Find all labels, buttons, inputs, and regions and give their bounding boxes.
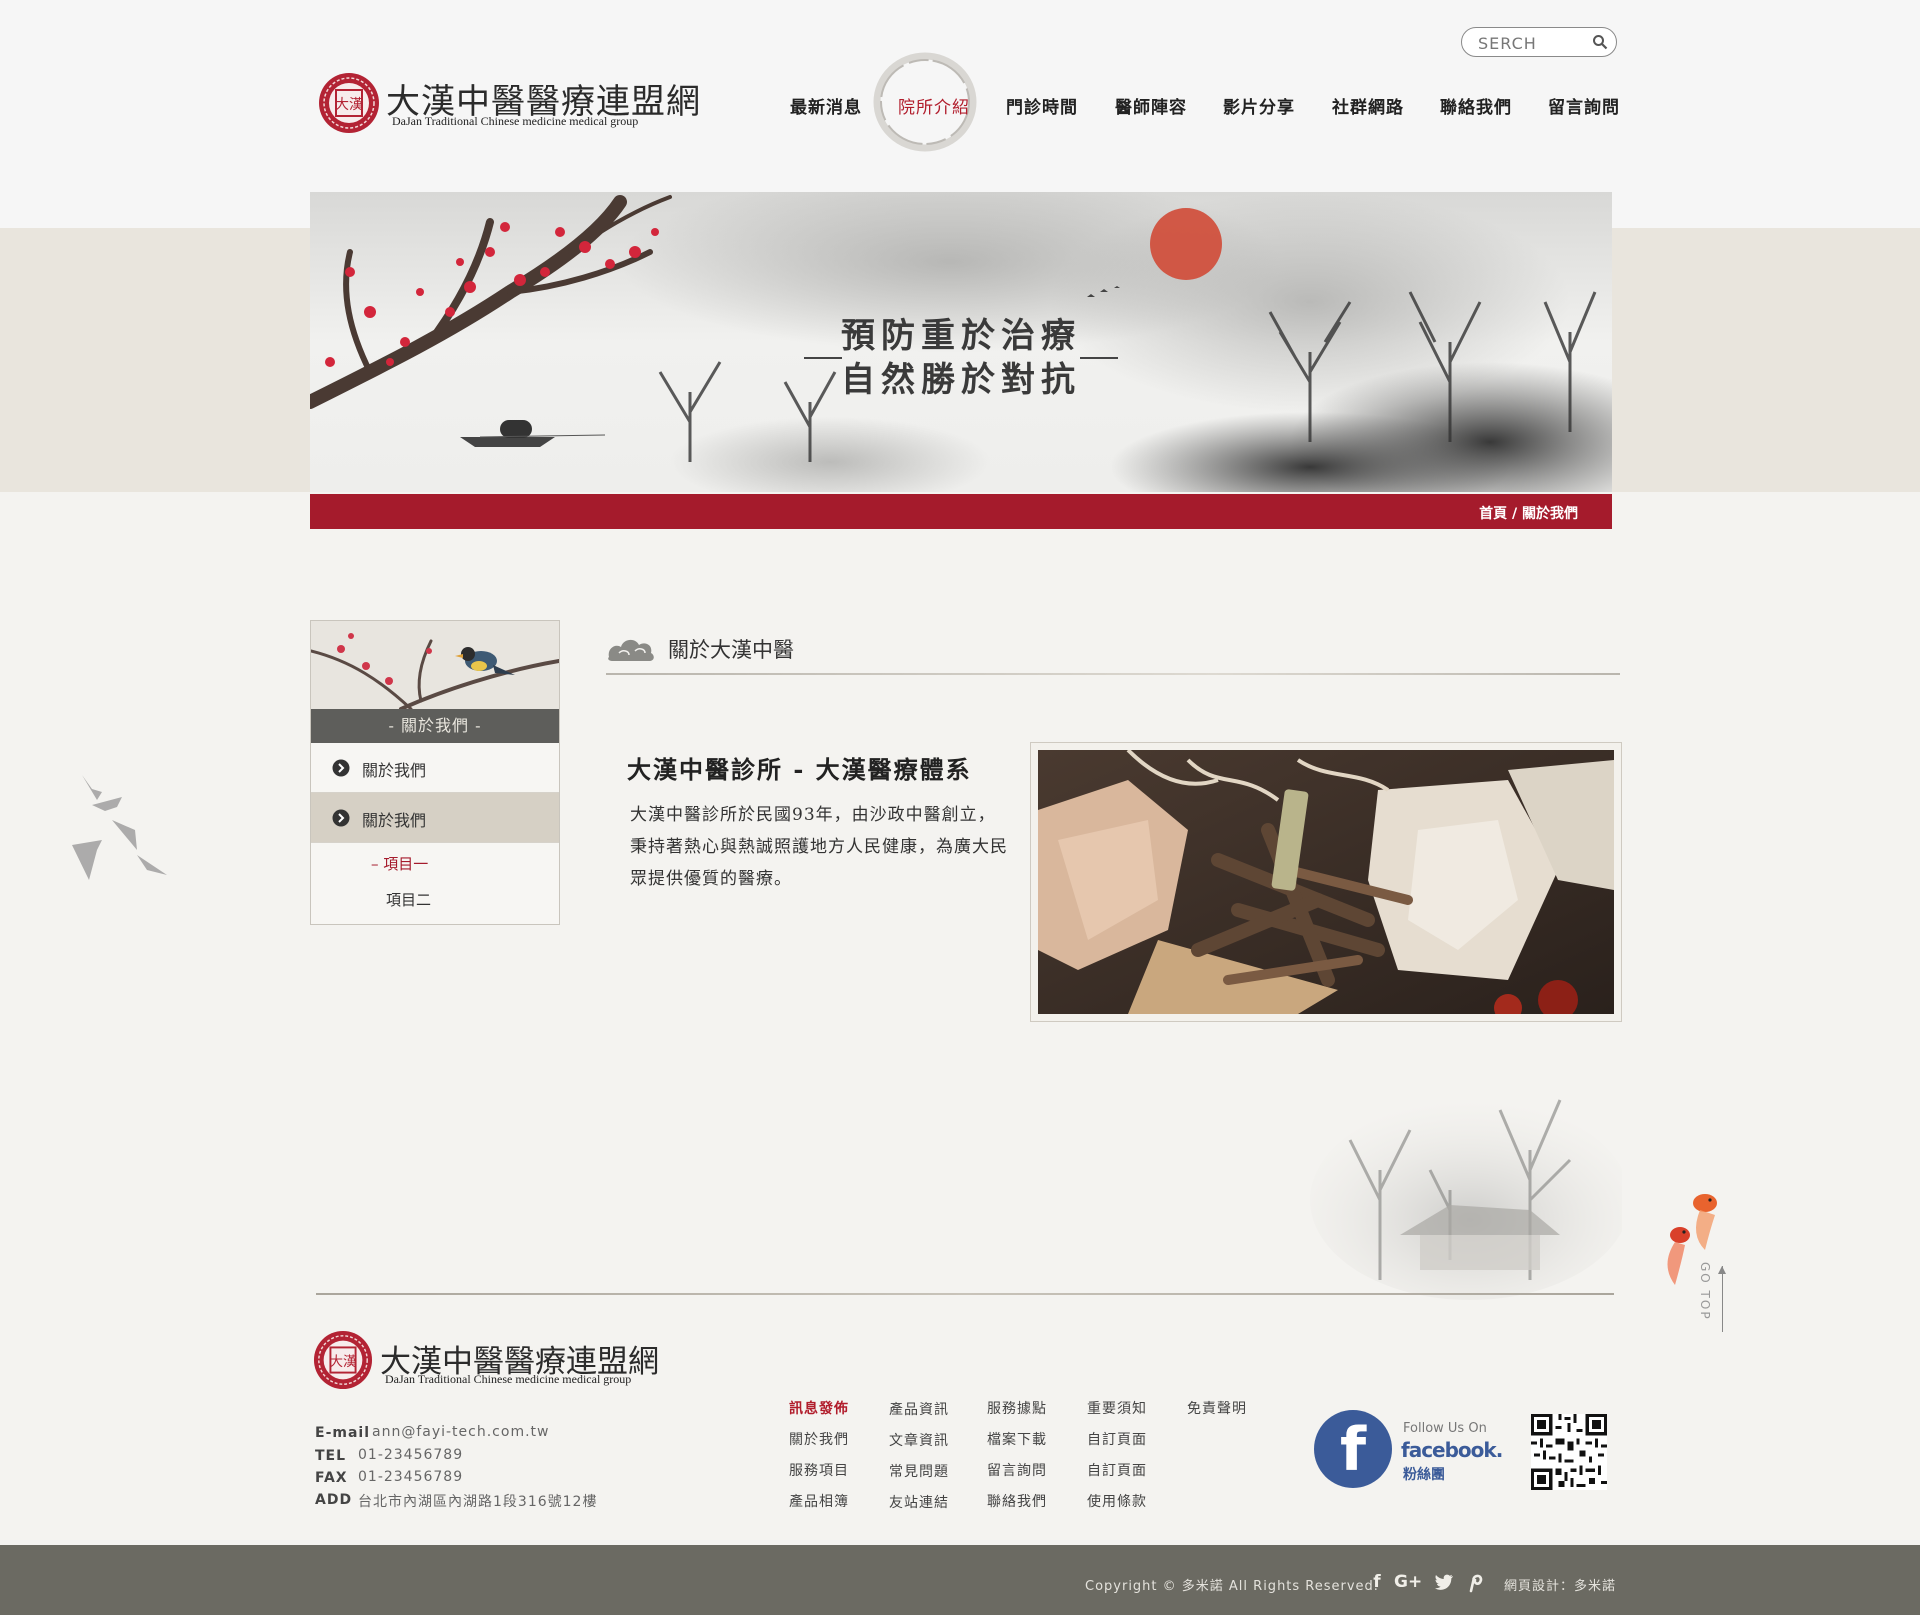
breadcrumb-bar: 首頁 / 關於我們 [310, 494, 1612, 529]
sidebar-item-label: 關於我們 [362, 811, 427, 830]
footer-link[interactable]: 自訂頁面 [1087, 1460, 1147, 1480]
article-body: 大漢中醫診所於民國93年，由沙政中醫創立，秉持著熱心與熱誠照護地方人民健康，為廣… [630, 805, 1008, 889]
slogan-dash-left [804, 357, 842, 359]
designer-credit[interactable]: 網頁設計：多米諾 [1504, 1575, 1616, 1594]
logo-seal-text: 大漢 [335, 97, 363, 113]
footer-link[interactable]: 產品資訊 [889, 1399, 949, 1419]
copyright-text: Copyright © 多米諾 All Rights Reserved. [1085, 1579, 1379, 1594]
ink-birds-icon [72, 775, 167, 880]
footer-logo-seal-icon[interactable]: 大漢 [313, 1330, 373, 1390]
search-icon[interactable] [1592, 34, 1608, 50]
banner-slogan: 預防重於治療 自然勝於對抗 [310, 314, 1612, 402]
hero-banner: 預防重於治療 自然勝於對抗 [310, 192, 1612, 492]
nav-videos[interactable]: 影片分享 [1223, 93, 1295, 118]
breadcrumb[interactable]: 首頁 / 關於我們 [1479, 503, 1578, 523]
go-top-label: GO TOP [1698, 1262, 1712, 1321]
nav-contact[interactable]: 聯絡我們 [1440, 93, 1512, 118]
twitter-icon[interactable] [1433, 1571, 1455, 1593]
footer-link[interactable]: 常見問題 [889, 1461, 949, 1481]
qr-code-icon [1531, 1414, 1607, 1490]
search-input[interactable] [1476, 32, 1590, 54]
tel-value: 01-23456789 [358, 1447, 464, 1463]
chevron-right-circle-icon [332, 759, 350, 777]
footer-link[interactable]: 友站連結 [889, 1492, 949, 1512]
sidebar-heading: - 關於我們 - [311, 709, 559, 743]
sidebar-item-label: 關於我們 [362, 761, 427, 780]
sidebar: - 關於我們 - 關於我們 關於我們 – 項目一 項目二 [310, 620, 560, 925]
sidebar-item-about-1[interactable]: 關於我們 [311, 743, 559, 793]
fax-label: FAX [315, 1470, 348, 1486]
footer-link[interactable]: 使用條款 [1087, 1491, 1147, 1511]
fax-value: 01-23456789 [358, 1469, 464, 1485]
facebook-follow-text[interactable]: Follow Us On [1403, 1421, 1487, 1436]
footer-divider [316, 1293, 1614, 1295]
section-title: 關於大漢中醫 [668, 638, 794, 662]
footer-link[interactable]: 聯絡我們 [987, 1491, 1047, 1511]
footer-link[interactable]: 留言詢問 [987, 1460, 1047, 1480]
nav-latest-news[interactable]: 最新消息 [790, 93, 862, 118]
footer-link[interactable]: 重要須知 [1087, 1398, 1147, 1418]
facebook-brand-text[interactable]: facebook. [1401, 1438, 1503, 1462]
footer-link[interactable]: 訊息發佈 [789, 1398, 849, 1418]
herbal-medicine-image [1038, 748, 1614, 1022]
footer-logo-subtitle: DaJan Traditional Chinese medicine medic… [385, 1372, 632, 1386]
ink-village-illustration [1310, 1099, 1622, 1300]
footer-link[interactable]: 文章資訊 [889, 1430, 949, 1450]
footer-link[interactable]: 產品相簿 [789, 1491, 849, 1511]
nav-clinic-intro[interactable]: 院所介紹 [898, 93, 970, 118]
go-top-line [1722, 1266, 1723, 1332]
address-value: 台北市內湖區內湖路1段316號12樓 [358, 1494, 598, 1510]
facebook-fans-text[interactable]: 粉絲團 [1403, 1464, 1445, 1484]
go-top-button[interactable]: GO TOP [1698, 1262, 1728, 1336]
auspicious-cloud-icon [608, 639, 654, 661]
sidebar-subitem-2[interactable]: 項目二 [386, 889, 431, 910]
email-label: E-mail [315, 1425, 371, 1441]
sidebar-bird-painting [311, 621, 559, 709]
nav-message[interactable]: 留言詢問 [1548, 93, 1620, 118]
footer-link[interactable]: 免責聲明 [1187, 1398, 1247, 1418]
footer-link[interactable]: 服務項目 [789, 1460, 849, 1480]
bottom-bar: Copyright © 多米諾 All Rights Reserved. f G… [0, 1545, 1920, 1615]
sidebar-subitem-1[interactable]: – 項目一 [371, 853, 428, 874]
pinterest-icon[interactable] [1464, 1571, 1486, 1593]
nav-clinic-hours[interactable]: 門診時間 [1006, 93, 1078, 118]
article-title: 大漢中醫診所 - 大漢醫療體系 [627, 755, 972, 784]
banner-slogan-line1: 預防重於治療 [841, 316, 1081, 356]
slogan-dash-right [1080, 357, 1118, 359]
search-box[interactable] [1461, 27, 1617, 57]
google-plus-icon[interactable]: G+ [1394, 1571, 1422, 1593]
footer-link[interactable]: 檔案下載 [987, 1429, 1047, 1449]
chevron-right-circle-icon [332, 809, 350, 827]
footer-logo-seal-text: 大漢 [329, 1354, 357, 1370]
logo-seal-icon[interactable]: 大漢 [318, 72, 380, 134]
footer-link[interactable]: 關於我們 [789, 1429, 849, 1449]
section-title-divider [606, 673, 1620, 675]
banner-slogan-line2: 自然勝於對抗 [841, 360, 1081, 400]
tel-label: TEL [315, 1448, 347, 1464]
sidebar-item-about-2[interactable]: 關於我們 [311, 793, 559, 843]
footer-link[interactable]: 服務據點 [987, 1398, 1047, 1418]
logo-subtitle: DaJan Traditional Chinese medicine medic… [392, 114, 639, 128]
email-value[interactable]: ann@fayi-tech.com.tw [372, 1424, 549, 1440]
facebook-small-icon[interactable]: f [1366, 1571, 1388, 1593]
nav-doctors[interactable]: 醫師陣容 [1115, 93, 1187, 118]
herbs-photo [1030, 742, 1622, 1022]
facebook-icon[interactable]: f [1314, 1410, 1392, 1488]
address-label: ADD [315, 1492, 353, 1508]
go-top-arrow-icon [1718, 1266, 1726, 1274]
footer-link[interactable]: 自訂頁面 [1087, 1429, 1147, 1449]
nav-social[interactable]: 社群網路 [1332, 93, 1404, 118]
